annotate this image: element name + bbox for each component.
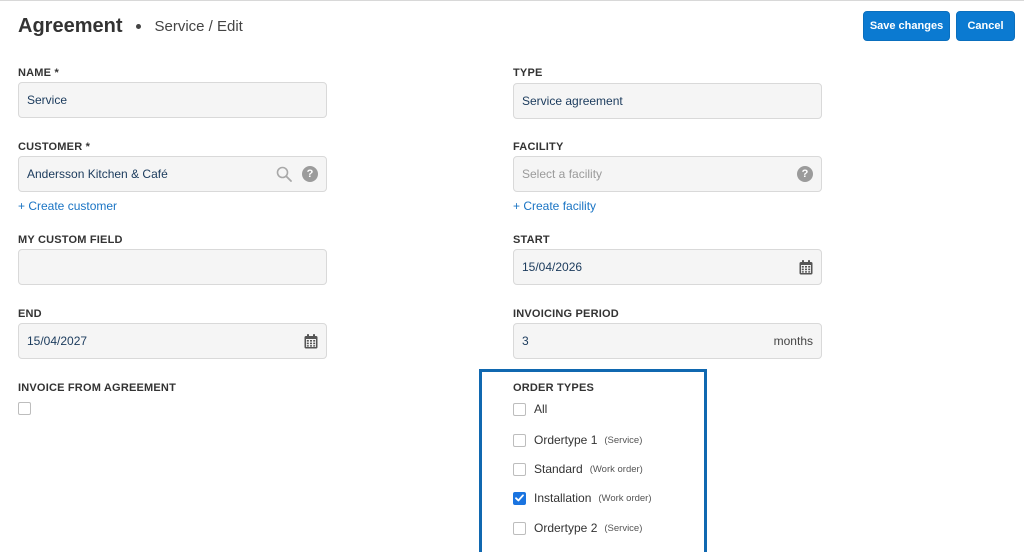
order-type-category: (Work order) xyxy=(598,492,652,504)
customer-label: CUSTOMER * xyxy=(18,141,91,153)
checkbox-box[interactable] xyxy=(513,491,526,505)
calendar-icon[interactable] xyxy=(799,259,813,275)
order-type-category: (Service) xyxy=(604,434,643,446)
page-title: Agreement xyxy=(18,14,123,37)
order-type-name: All xyxy=(534,402,548,416)
end-value: 15/04/2027 xyxy=(27,334,88,348)
start-label: START xyxy=(513,234,550,246)
facility-select[interactable]: Select a facility ? xyxy=(513,156,822,192)
type-field[interactable]: Service agreement xyxy=(513,83,822,119)
order-type-category: (Service) xyxy=(604,522,643,534)
order-type-category: (Work order) xyxy=(589,463,643,475)
order-type-name: Standard xyxy=(534,462,583,476)
page-header: Agreement Service / Edit xyxy=(18,12,243,40)
customer-value: Andersson Kitchen & Café xyxy=(27,167,168,181)
invoice-from-agreement-label: INVOICE FROM AGREEMENT xyxy=(18,382,176,394)
invoicing-period-unit: months xyxy=(773,334,813,348)
facility-label: FACILITY xyxy=(513,141,564,153)
order-types-label: ORDER TYPES xyxy=(513,382,595,394)
order-type-standard[interactable]: Standard (Work order) xyxy=(513,461,643,477)
name-label: NAME * xyxy=(18,67,59,79)
start-value: 15/04/2026 xyxy=(522,260,583,274)
save-button[interactable]: Save changes xyxy=(863,11,950,41)
calendar-icon[interactable] xyxy=(304,333,318,349)
custom-field-label: MY CUSTOM FIELD xyxy=(18,234,123,246)
checkbox-box[interactable] xyxy=(18,402,31,415)
checkbox-box[interactable] xyxy=(513,402,526,416)
create-customer-link[interactable]: + Create customer xyxy=(18,199,117,213)
checkmark-icon xyxy=(515,494,524,502)
checkbox-box[interactable] xyxy=(513,462,526,476)
custom-field-input[interactable] xyxy=(18,249,327,285)
invoice-from-agreement-checkbox[interactable] xyxy=(18,402,31,420)
order-type-ordertype-1[interactable]: Ordertype 1 (Service) xyxy=(513,432,642,448)
order-type-name: Installation xyxy=(534,491,592,505)
name-value: Service xyxy=(27,93,68,107)
checkbox-box[interactable] xyxy=(513,521,526,535)
cancel-button[interactable]: Cancel xyxy=(956,11,1015,41)
facility-placeholder: Select a facility xyxy=(522,167,603,181)
breadcrumb: Service / Edit xyxy=(154,17,243,35)
top-divider xyxy=(0,0,1024,1)
order-type-name: Ordertype 1 xyxy=(534,433,598,447)
help-icon[interactable]: ? xyxy=(302,166,318,182)
type-label: TYPE xyxy=(513,67,543,79)
order-type-ordertype-2[interactable]: Ordertype 2 (Service) xyxy=(513,520,642,536)
invoicing-period-field[interactable]: 3 months xyxy=(513,323,822,359)
name-field[interactable]: Service xyxy=(18,82,327,118)
order-type-all[interactable]: All xyxy=(513,401,547,417)
create-facility-link[interactable]: + Create facility xyxy=(513,199,596,213)
end-label: END xyxy=(18,308,42,320)
search-icon[interactable] xyxy=(276,166,292,182)
checkbox-box[interactable] xyxy=(513,433,526,447)
order-type-name: Ordertype 2 xyxy=(534,521,598,535)
start-date-field[interactable]: 15/04/2026 xyxy=(513,249,822,285)
separator-dot xyxy=(136,23,142,29)
type-value: Service agreement xyxy=(522,94,623,108)
help-icon[interactable]: ? xyxy=(797,166,813,182)
invoicing-period-value: 3 xyxy=(522,334,529,348)
customer-field[interactable]: Andersson Kitchen & Café ? xyxy=(18,156,327,192)
invoicing-period-label: INVOICING PERIOD xyxy=(513,308,619,320)
end-date-field[interactable]: 15/04/2027 xyxy=(18,323,327,359)
order-type-installation[interactable]: Installation (Work order) xyxy=(513,490,652,506)
